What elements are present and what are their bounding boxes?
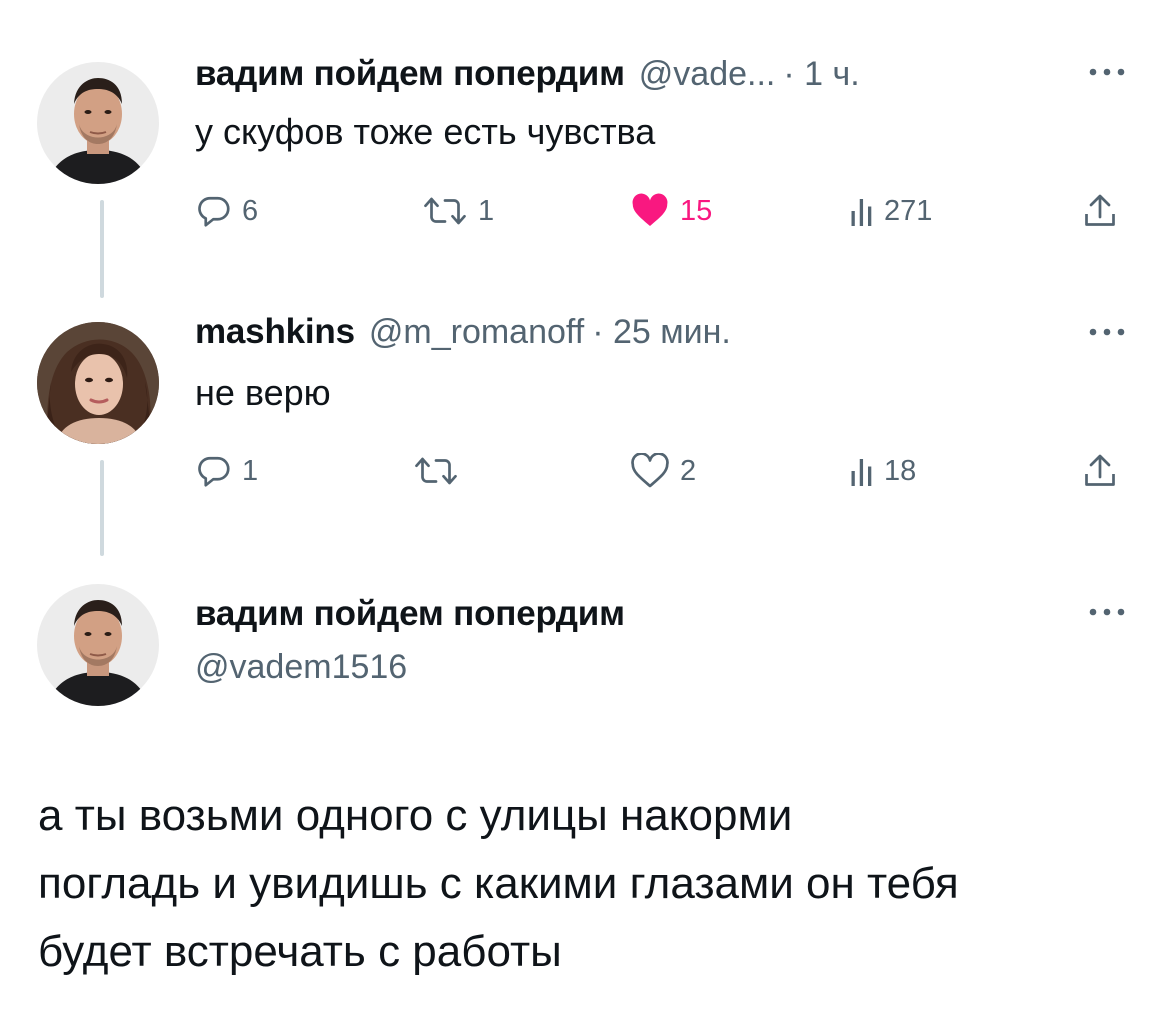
like-icon: [632, 193, 668, 226]
like-count: 15: [680, 194, 713, 227]
display-name[interactable]: mashkins: [195, 312, 355, 352]
views-count: 271: [884, 194, 933, 227]
more-icon[interactable]: [1085, 62, 1129, 82]
handle[interactable]: @vade...: [639, 55, 776, 94]
tweet-text: не верю: [195, 372, 331, 413]
reply-icon: [198, 196, 230, 227]
like-button[interactable]: 15: [630, 188, 712, 234]
share-icon: [1085, 454, 1115, 486]
handle[interactable]: @m_romanoff: [369, 313, 584, 352]
avatar-vadem[interactable]: [37, 584, 159, 706]
retweet-count: 1: [478, 194, 495, 227]
like-icon: [631, 453, 669, 488]
retweet-icon: [424, 197, 466, 225]
like-count: 2: [680, 454, 697, 487]
tweet-text: у скуфов тоже есть чувства: [195, 111, 656, 152]
views-icon: [851, 459, 872, 486]
focus-tweet-line: а ты возьми одного с улицы накорми: [38, 791, 793, 840]
views-count: 18: [884, 454, 917, 487]
share-button[interactable]: [1082, 448, 1118, 494]
avatar-mashkins[interactable]: [37, 322, 159, 444]
views-button[interactable]: 18: [850, 448, 916, 494]
retweet-button[interactable]: [413, 448, 469, 494]
reply-button[interactable]: 1: [196, 448, 258, 494]
retweet-icon: [415, 457, 457, 485]
tweet-header: вадим пойдем попердим @vade... · 1 ч.: [195, 52, 860, 96]
avatar-vadem[interactable]: [37, 62, 159, 184]
focus-tweet-line: погладь и увидишь с какими глазами он те…: [38, 859, 959, 908]
share-icon: [1085, 194, 1115, 226]
thread-line: [100, 460, 104, 556]
more-icon[interactable]: [1085, 602, 1129, 622]
reply-count: 6: [242, 194, 259, 227]
views-button[interactable]: 271: [850, 188, 932, 234]
timestamp[interactable]: · 25 мин.: [592, 313, 731, 352]
more-icon[interactable]: [1085, 322, 1129, 342]
display-name[interactable]: вадим пойдем попердим: [195, 54, 625, 94]
reply-button[interactable]: 6: [196, 188, 258, 234]
focus-tweet-line: будет встречать с работы: [38, 927, 562, 976]
display-name[interactable]: вадим пойдем попердим: [195, 594, 625, 634]
like-button[interactable]: 2: [630, 448, 696, 494]
thread-line: [100, 200, 104, 298]
retweet-button[interactable]: 1: [422, 188, 494, 234]
share-button[interactable]: [1082, 188, 1118, 234]
reply-icon: [198, 456, 230, 487]
views-icon: [851, 199, 872, 226]
timestamp[interactable]: · 1 ч.: [783, 55, 859, 94]
reply-count: 1: [242, 454, 259, 487]
tweet-header: вадим пойдем попердим: [195, 592, 625, 636]
focus-tweet-text: а ты возьми одного с улицы накорми погла…: [38, 782, 1138, 986]
handle[interactable]: @vadem1516: [195, 648, 407, 687]
tweet-header: mashkins @m_romanoff · 25 мин.: [195, 310, 731, 354]
